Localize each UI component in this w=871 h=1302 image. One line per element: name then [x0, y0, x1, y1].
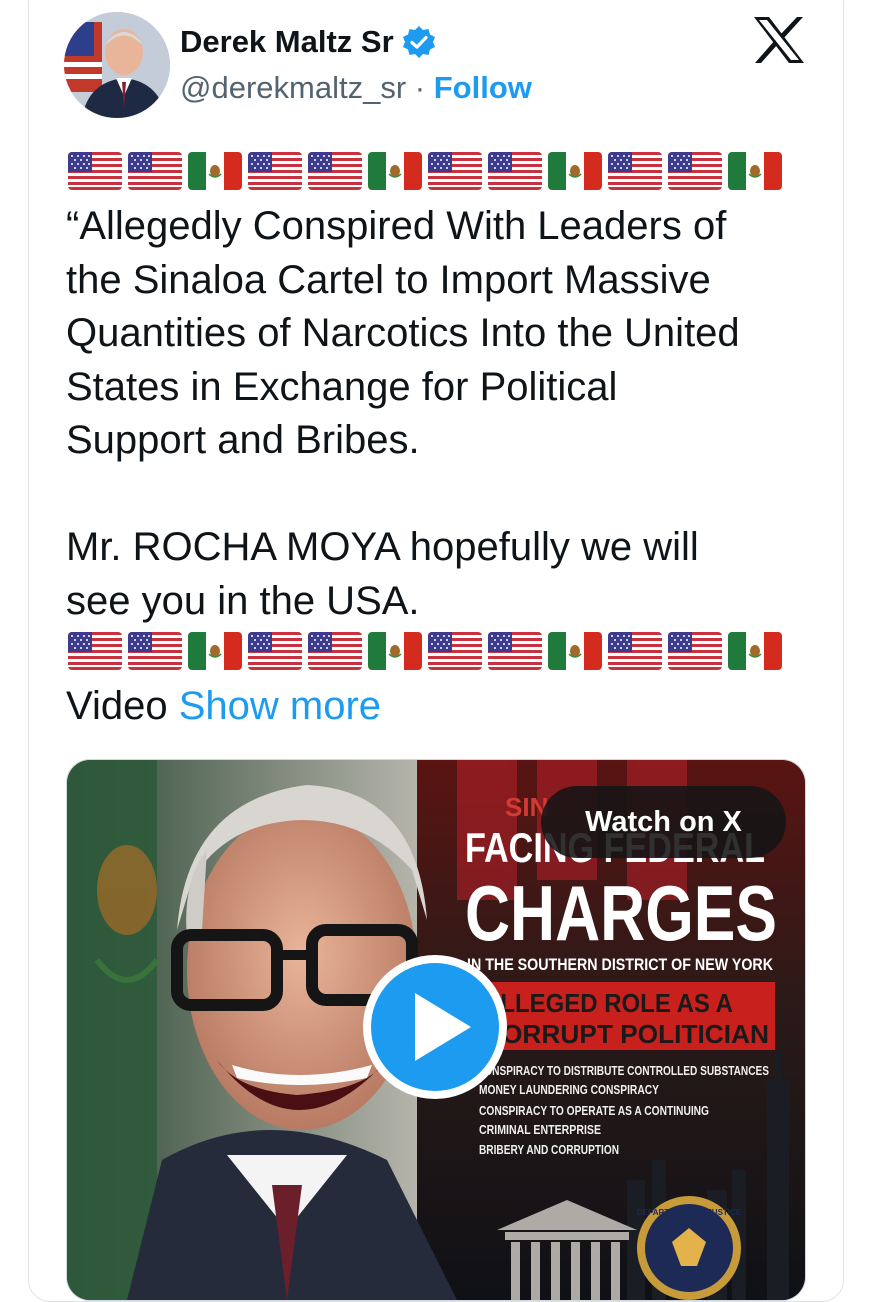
author-meta: @derekmaltz_sr · Follow: [180, 70, 532, 106]
follow-button[interactable]: Follow: [434, 70, 532, 105]
meta-separator: ·: [414, 70, 426, 105]
us-flag-icon: [308, 632, 362, 670]
us-flag-icon: [668, 152, 722, 190]
video-label: Video: [66, 684, 168, 728]
tweet-text: “Allegedly Conspired With Leaders of the…: [66, 204, 740, 623]
mexico-flag-icon: [188, 152, 242, 190]
poster-line2: CHARGES: [465, 869, 777, 957]
author-name-row[interactable]: Derek Maltz Sr: [180, 24, 436, 60]
us-flag-icon: [428, 152, 482, 190]
seal-text: DEPARTMENT OF JUSTICE: [637, 1208, 742, 1217]
watch-on-x-button[interactable]: Watch on X: [541, 786, 786, 858]
us-flag-icon: [128, 152, 182, 190]
author-name[interactable]: Derek Maltz Sr: [180, 24, 394, 60]
poster-district: IN THE SOUTHERN DISTRICT OF NEW YORK: [467, 955, 774, 974]
us-flag-icon: [308, 152, 362, 190]
mexico-flag-icon: [728, 632, 782, 670]
mexico-flag-icon: [188, 632, 242, 670]
poster-charge: CRIMINAL ENTERPRISE: [479, 1123, 601, 1137]
us-flag-icon: [68, 152, 122, 190]
us-flag-icon: [488, 152, 542, 190]
author-handle[interactable]: @derekmaltz_sr: [180, 70, 406, 105]
us-flag-icon: [608, 152, 662, 190]
poster-role2: CORRUPT POLITICIAN: [483, 1019, 769, 1049]
flag-emoji-row: [68, 632, 782, 670]
tweet-text-tail: Video Show more: [66, 680, 381, 733]
us-flag-icon: [608, 632, 662, 670]
mexico-flag-icon: [368, 152, 422, 190]
avatar[interactable]: [64, 12, 170, 118]
us-flag-icon: [68, 632, 122, 670]
us-flag-icon: [248, 632, 302, 670]
mexico-flag-icon: [368, 632, 422, 670]
mexico-flag-icon: [548, 152, 602, 190]
poster-charge: BRIBERY AND CORRUPTION: [479, 1143, 619, 1157]
us-flag-icon: [668, 632, 722, 670]
us-flag-icon: [248, 152, 302, 190]
poster-charge: CONSPIRACY TO DISTRIBUTE CONTROLLED SUBS…: [477, 1064, 769, 1078]
play-icon[interactable]: [361, 953, 509, 1101]
us-flag-icon: [428, 632, 482, 670]
verified-badge-icon: [402, 25, 436, 59]
us-flag-icon: [488, 632, 542, 670]
poster-charge: CONSPIRACY TO OPERATE AS A CONTINUING: [479, 1104, 709, 1118]
poster-role1: ALLEGED ROLE AS A: [483, 988, 733, 1018]
mexico-flag-icon: [728, 152, 782, 190]
flag-emoji-row: [68, 152, 782, 190]
x-logo-icon[interactable]: [752, 16, 806, 64]
mexico-flag-icon: [548, 632, 602, 670]
us-flag-icon: [128, 632, 182, 670]
show-more-link[interactable]: Show more: [179, 684, 381, 728]
